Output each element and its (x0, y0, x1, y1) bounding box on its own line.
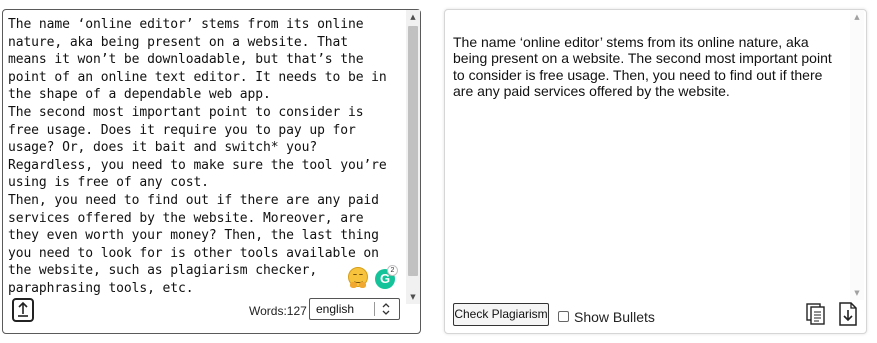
preview-text: The name ‘online editor’ stems from its … (453, 34, 832, 100)
scrollbar-thumb[interactable] (408, 26, 418, 276)
input-textarea[interactable]: The name ‘online editor’ stems from its … (8, 16, 400, 298)
copy-icon (806, 303, 825, 325)
editor-line: services offered by the website. Moreove… (8, 210, 364, 226)
editor-scrollbar[interactable]: ▲ ▼ (406, 10, 420, 304)
check-plagiarism-button[interactable]: Check Plagiarism (453, 303, 549, 326)
editor-line: using is free of any cost. (8, 175, 209, 191)
editor-line: free usage. Does it require you to pay u… (8, 122, 356, 138)
scroll-down-arrow-icon[interactable]: ▼ (406, 290, 420, 304)
scroll-up-arrow-icon[interactable]: ▲ (406, 10, 420, 24)
preview-scroll-up-arrow-icon[interactable]: ▲ (850, 10, 864, 24)
editor-line: the shape of a dependable web app. (8, 87, 271, 103)
language-select-value: english (316, 302, 355, 316)
editor-line: nature, aka being present on a website. … (8, 34, 348, 50)
editor-line: they even worth your money? Then, the la… (8, 228, 379, 244)
upload-button[interactable] (12, 298, 34, 322)
editor-line: you need to look for is other tools avai… (8, 245, 379, 261)
editor-line: the website, such as plagiarism checker, (8, 263, 318, 279)
editor-line: The second most important point to consi… (8, 104, 364, 120)
download-icon (839, 302, 857, 326)
editor-line: means it won’t be downloadable, but that… (8, 52, 364, 68)
word-count: Words:127 (249, 304, 307, 318)
show-bullets-label: Show Bullets (574, 309, 655, 325)
show-bullets-checkbox[interactable] (558, 311, 569, 322)
up-down-chevron-icon (382, 303, 390, 315)
editor-line: point of an online text editor. It needs… (8, 69, 387, 85)
editor-line: Regardless, you need to make sure the to… (8, 157, 387, 173)
upload-icon (18, 301, 28, 317)
language-select[interactable]: english (309, 298, 400, 320)
preview-scroll-down-arrow-icon[interactable]: ▼ (850, 286, 864, 300)
output-preview-panel: The name ‘online editor’ stems from its … (444, 9, 867, 334)
preview-scrollbar[interactable]: ▲ ▼ (850, 10, 864, 300)
editor-line: Then, you need to find out if there are … (8, 192, 379, 208)
select-divider (374, 302, 375, 316)
input-editor-panel: The name ‘online editor’ stems from its … (2, 9, 421, 334)
editor-line: paraphrasing tools, etc. (8, 280, 194, 296)
editor-line: The name ‘online editor’ stems from its … (8, 17, 364, 32)
grammarly-count-badge: 2 (387, 265, 398, 276)
copy-button[interactable] (805, 302, 827, 326)
editor-line: usage? Or, does it bait and switch* you? (8, 140, 318, 156)
hugging-face-emoji-icon[interactable] (348, 267, 368, 288)
download-button[interactable] (837, 301, 859, 327)
